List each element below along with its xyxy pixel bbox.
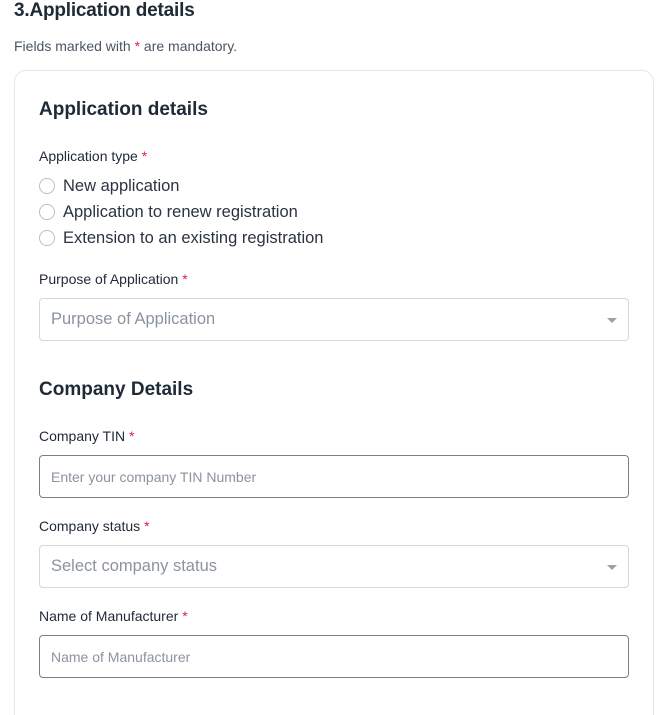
purpose-label-text: Purpose of Application	[39, 271, 179, 287]
radio-unchecked-icon[interactable]	[39, 230, 55, 246]
company-tin-label: Company TIN *	[39, 428, 134, 444]
required-asterisk: *	[182, 608, 188, 624]
radio-unchecked-icon[interactable]	[39, 204, 55, 220]
mandatory-note: Fields marked with * are mandatory.	[14, 38, 237, 54]
radio-extension-registration[interactable]: Extension to an existing registration	[39, 228, 323, 248]
purpose-label: Purpose of Application *	[39, 271, 188, 287]
radio-label: Extension to an existing registration	[63, 228, 324, 247]
company-details-heading: Company Details	[39, 379, 194, 400]
required-asterisk: *	[182, 271, 188, 287]
required-asterisk: *	[141, 148, 148, 164]
radio-label: Application to renew registration	[63, 202, 298, 221]
company-status-select[interactable]: Select company status	[39, 545, 629, 588]
application-type-label-text: Application type	[39, 148, 138, 164]
required-asterisk: *	[144, 518, 150, 534]
company-tin-label-text: Company TIN	[39, 428, 126, 444]
section-title: 3.Application details	[14, 0, 195, 21]
chevron-down-icon[interactable]	[607, 318, 617, 323]
note-suffix: are mandatory.	[140, 38, 238, 54]
purpose-select[interactable]: Purpose of Application	[39, 298, 629, 341]
company-status-label-text: Company status	[39, 518, 141, 534]
company-status-label: Company status *	[39, 518, 150, 534]
radio-label: New application	[63, 176, 180, 195]
application-details-heading: Application details	[39, 99, 208, 120]
purpose-select-value: Purpose of Application	[51, 310, 216, 328]
radio-unchecked-icon[interactable]	[39, 178, 55, 194]
note-prefix: Fields marked with	[14, 38, 135, 54]
application-card: Application details Application type * N…	[14, 70, 654, 715]
required-asterisk: *	[129, 428, 135, 444]
radio-new-application[interactable]: New application	[39, 176, 179, 196]
radio-renew-registration[interactable]: Application to renew registration	[39, 202, 298, 222]
company-tin-input[interactable]	[39, 455, 629, 498]
manufacturer-label: Name of Manufacturer *	[39, 608, 188, 624]
company-status-select-value: Select company status	[51, 557, 217, 575]
chevron-down-icon[interactable]	[607, 565, 617, 570]
manufacturer-label-text: Name of Manufacturer	[39, 608, 179, 624]
application-type-label: Application type *	[39, 148, 147, 164]
manufacturer-input[interactable]	[39, 635, 629, 678]
